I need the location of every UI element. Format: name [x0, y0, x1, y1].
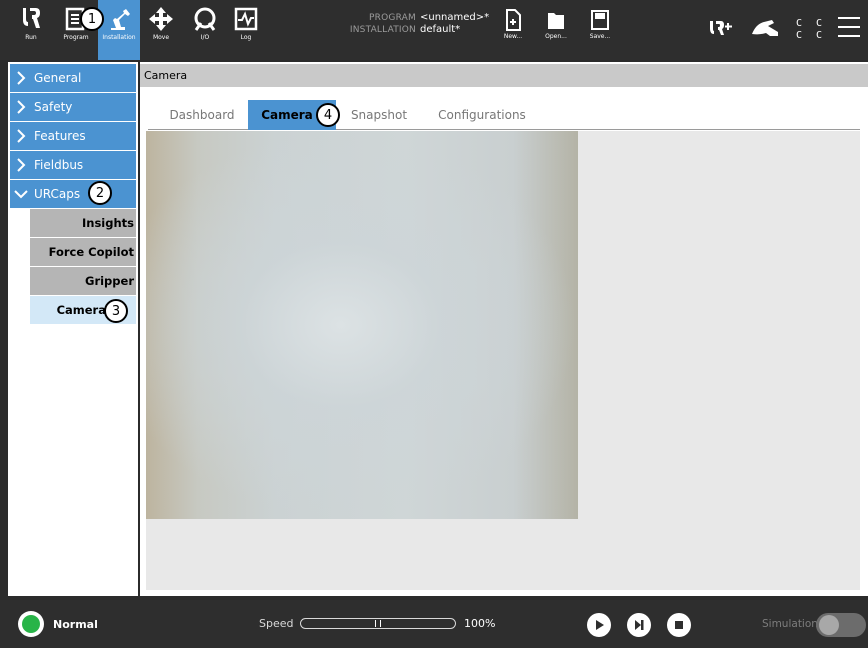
move-button[interactable]: Move — [144, 0, 178, 60]
page-title: Camera — [140, 64, 868, 87]
urplus-icon — [710, 21, 732, 35]
stop-icon — [675, 621, 683, 629]
io-button[interactable]: I/O — [188, 0, 222, 60]
robot-arm-icon — [111, 9, 130, 30]
callout-marker: 1 — [80, 7, 104, 31]
io-label: I/O — [200, 34, 210, 41]
sidebar: General Safety Features Fieldbus URCaps … — [8, 62, 138, 596]
stop-button[interactable] — [667, 613, 691, 637]
installation-name: default* — [420, 24, 461, 35]
cc-row-1: C C — [796, 18, 827, 29]
teach-pendant-button[interactable] — [748, 0, 784, 60]
run-button[interactable]: Run — [14, 0, 48, 60]
chevron-right-icon — [17, 129, 26, 143]
sidebar-item-general[interactable]: General — [10, 64, 136, 92]
step-button[interactable] — [627, 613, 651, 637]
menu-icon[interactable] — [838, 17, 860, 37]
sidebar-subitem-force-copilot[interactable]: Force Copilot — [30, 238, 136, 266]
new-label: New... — [503, 33, 523, 40]
main-panel: Camera Dashboard Camera Snapshot Configu… — [140, 62, 868, 596]
simulation-toggle-knob — [819, 615, 839, 635]
program-name: <unnamed>* — [420, 12, 490, 23]
tab-configurations[interactable]: Configurations — [430, 100, 534, 130]
new-file-icon — [506, 9, 521, 31]
sidebar-subitem-label: Gripper — [85, 274, 134, 288]
sidebar-item-label: Safety — [34, 100, 73, 114]
program-info: PROGRAM <unnamed>* INSTALLATION default* — [336, 12, 489, 36]
tab-dashboard[interactable]: Dashboard — [154, 100, 250, 130]
log-button[interactable]: Log — [232, 0, 260, 60]
open-label: Open... — [545, 33, 567, 40]
move-label: Move — [152, 34, 170, 41]
move-arrows-icon — [149, 7, 173, 31]
open-folder-icon — [548, 13, 564, 29]
tab-label: Dashboard — [169, 108, 235, 122]
sidebar-item-urcaps[interactable]: URCaps — [10, 180, 136, 208]
tab-bar: Dashboard Camera Snapshot Configurations — [148, 98, 860, 130]
speed-value: 100% — [464, 617, 496, 630]
ur-logo-icon — [23, 8, 40, 28]
teach-pendant-icon — [752, 20, 778, 36]
run-label: Run — [25, 34, 37, 41]
save-label: Save... — [589, 33, 611, 40]
simulation-label: Simulation — [762, 618, 818, 630]
new-button[interactable]: New... — [500, 0, 526, 60]
sidebar-item-safety[interactable]: Safety — [10, 93, 136, 121]
tab-label: Camera — [261, 108, 313, 122]
callout-marker: 4 — [316, 103, 340, 127]
sidebar-item-label: General — [34, 71, 82, 85]
play-button[interactable] — [587, 613, 611, 637]
chevron-down-icon — [14, 190, 28, 199]
robot-status-indicator[interactable] — [18, 611, 44, 637]
program-key: PROGRAM — [369, 13, 416, 23]
tab-label: Snapshot — [350, 108, 408, 122]
sidebar-item-features[interactable]: Features — [10, 122, 136, 150]
menu-line — [838, 17, 860, 19]
sidebar-subitem-label: Camera — [56, 303, 106, 317]
sidebar-item-label: Fieldbus — [34, 158, 84, 172]
simulation-toggle[interactable] — [816, 613, 866, 637]
installation-button[interactable]: Installation — [98, 0, 140, 60]
log-icon — [234, 7, 258, 31]
io-icon — [194, 7, 216, 31]
save-button[interactable]: Save... — [586, 0, 614, 60]
sidebar-item-label: Features — [34, 129, 86, 143]
bottom-status-bar: Normal Speed 100% Simulation — [0, 600, 868, 648]
top-toolbar: Run Program Installation Move I/O Log PR… — [0, 0, 868, 60]
urplus-button[interactable] — [706, 0, 736, 60]
sidebar-subitem-gripper[interactable]: Gripper — [30, 267, 136, 295]
tab-label: Configurations — [438, 108, 526, 122]
chevron-right-icon — [17, 158, 26, 172]
callout-marker: 2 — [88, 181, 112, 205]
play-icon — [596, 620, 604, 630]
robot-status-text: Normal — [53, 618, 98, 631]
installation-key: INSTALLATION — [349, 25, 416, 35]
sidebar-item-label: URCaps — [34, 187, 81, 201]
cc-row-2: C C — [796, 30, 827, 41]
menu-line — [838, 35, 860, 37]
sidebar-subitem-label: Force Copilot — [48, 245, 134, 259]
menu-line — [838, 26, 860, 28]
sidebar-subitem-label: Insights — [81, 216, 134, 230]
open-button[interactable]: Open... — [542, 0, 570, 60]
speed-slider[interactable] — [300, 618, 456, 629]
sidebar-subitem-insights[interactable]: Insights — [30, 209, 136, 237]
sidebar-item-fieldbus[interactable]: Fieldbus — [10, 151, 136, 179]
callout-marker: 3 — [104, 299, 128, 323]
tab-snapshot[interactable]: Snapshot — [340, 100, 418, 130]
camera-view-area — [146, 131, 860, 590]
chevron-right-icon — [17, 71, 26, 85]
step-icon — [635, 620, 644, 630]
cc-indicator: C C C C — [796, 18, 826, 42]
speed-slider-thumb[interactable] — [375, 620, 381, 627]
camera-feed-image — [146, 131, 578, 519]
status-light — [22, 615, 40, 633]
installation-label: Installation — [102, 34, 136, 41]
program-label: Program — [63, 34, 89, 41]
save-icon — [591, 10, 609, 30]
speed-label: Speed — [259, 617, 294, 630]
chevron-right-icon — [17, 100, 26, 114]
log-label: Log — [240, 34, 252, 41]
